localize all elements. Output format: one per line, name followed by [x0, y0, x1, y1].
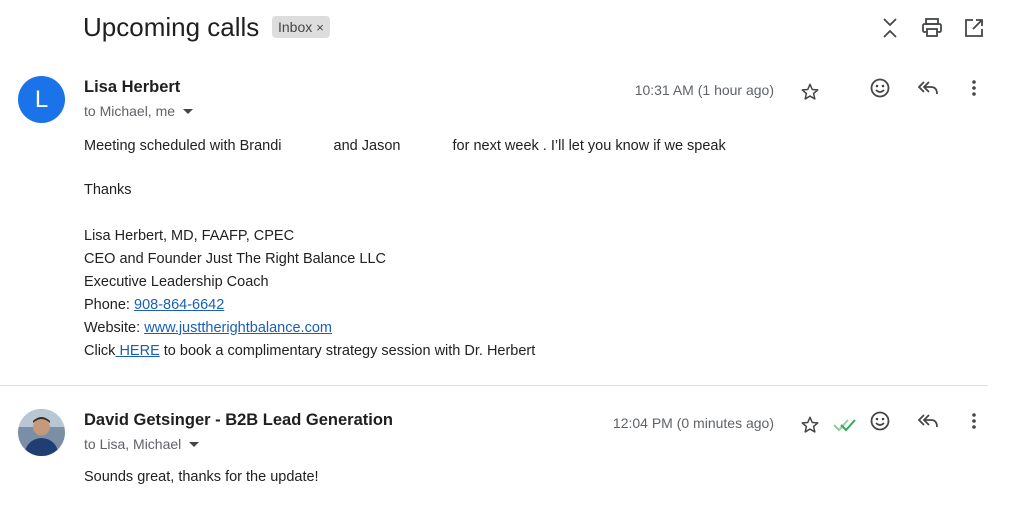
body-text: for next week . I’ll let you know if we … [452, 138, 726, 154]
message-body-line: Meeting scheduled with Brandi and Jason … [84, 136, 726, 154]
double-check-icon [831, 411, 859, 439]
star-icon[interactable] [796, 411, 824, 439]
recipients-dropdown-icon[interactable] [189, 441, 200, 447]
sender-name[interactable]: Lisa Herbert [84, 78, 180, 97]
open-in-new-window-icon[interactable] [960, 14, 988, 42]
inbox-label-chip[interactable]: Inbox × [272, 16, 330, 38]
phone-label: Phone: [84, 297, 130, 313]
body-text: Meeting scheduled with Brandi [84, 138, 282, 154]
sender-avatar[interactable]: L [18, 76, 65, 123]
phone-link[interactable]: 908-864-6642 [134, 297, 224, 313]
website-link[interactable]: www.justtherightbalance.com [144, 320, 332, 336]
thread-subject: Upcoming calls [83, 12, 260, 42]
sender-avatar-photo[interactable] [18, 409, 65, 456]
emoji-reaction-icon[interactable] [866, 407, 894, 435]
more-options-icon[interactable] [960, 407, 988, 435]
message-body-line: Sounds great, thanks for the update! [84, 469, 319, 485]
signature-title: CEO and Founder Just The Right Balance L… [84, 251, 386, 267]
recipients-dropdown-icon[interactable] [183, 108, 194, 114]
booking-text: to book a complimentary strategy session… [159, 343, 536, 359]
website-label: Website: [84, 320, 141, 336]
signature-phone: Phone: 908-864-6642 [84, 297, 224, 313]
recipients-line[interactable]: to Lisa, Michael [84, 436, 200, 452]
reply-all-icon[interactable] [914, 407, 942, 435]
recipients-text: to Michael, me [84, 103, 176, 119]
remove-label-icon[interactable]: × [316, 20, 324, 35]
emoji-reaction-icon[interactable] [866, 74, 894, 102]
print-icon[interactable] [918, 14, 946, 42]
booking-here-link[interactable]: HERE [115, 343, 159, 359]
inbox-label-text: Inbox [278, 19, 313, 35]
signature-website: Website: www.justtherightbalance.com [84, 320, 332, 336]
recipients-text: to Lisa, Michael [84, 436, 182, 452]
message-timestamp: 12:04 PM (0 minutes ago) [612, 415, 774, 431]
body-thanks: Thanks [84, 182, 132, 198]
signature-booking: Click HERE to book a complimentary strat… [84, 343, 535, 359]
star-icon[interactable] [796, 78, 824, 106]
signature-role: Executive Leadership Coach [84, 274, 269, 290]
signature-name: Lisa Herbert, MD, FAAFP, CPEC [84, 228, 295, 244]
body-text: and Jason [333, 138, 401, 154]
message-timestamp: 10:31 AM (1 hour ago) [634, 82, 774, 98]
redacted-text [285, 136, 330, 150]
sender-name[interactable]: David Getsinger - B2B Lead Generation [84, 411, 393, 430]
more-options-icon[interactable] [960, 74, 988, 102]
redacted-text [404, 136, 449, 150]
recipients-line[interactable]: to Michael, me [84, 103, 194, 119]
booking-text: Click [84, 343, 116, 359]
reply-all-icon[interactable] [914, 74, 942, 102]
message-divider [0, 385, 988, 386]
collapse-all-icon[interactable] [876, 14, 904, 42]
